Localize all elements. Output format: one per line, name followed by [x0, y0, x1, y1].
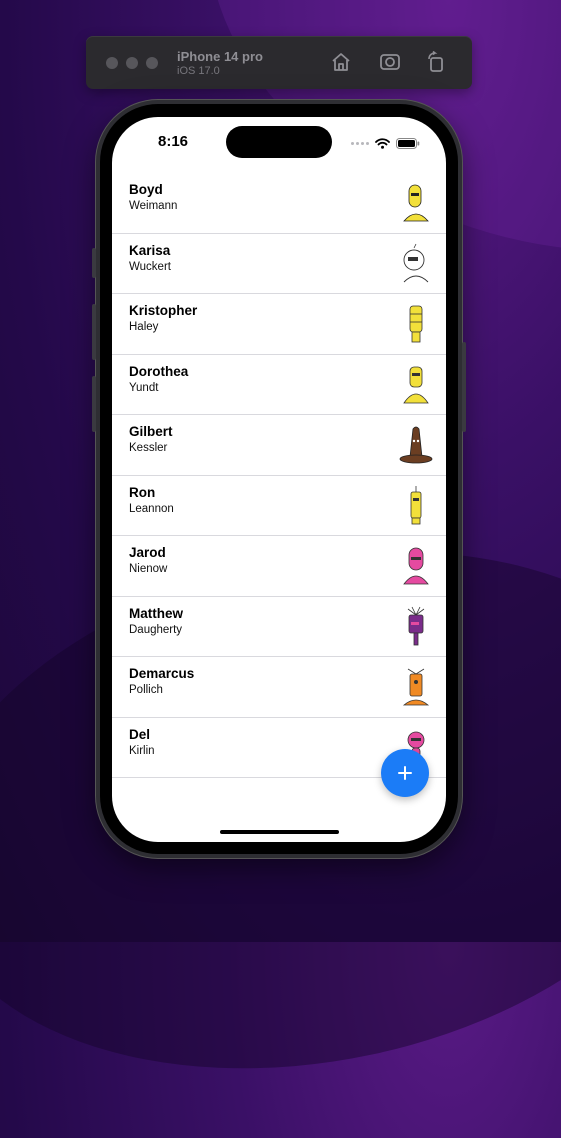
contact-last-name: Nienow — [129, 563, 168, 575]
contact-first-name: Dorothea — [129, 363, 189, 379]
robot-avatar-icon — [407, 606, 425, 645]
home-indicator[interactable] — [220, 830, 339, 834]
contact-first-name: Boyd — [129, 182, 163, 197]
contact-last-name: Kirlin — [129, 744, 155, 757]
contact-first-name: Gilbert — [129, 424, 173, 439]
status-icons — [351, 137, 420, 149]
screenshot-icon[interactable] — [378, 50, 402, 74]
status-time: 8:16 — [158, 133, 189, 150]
contact-first-name: Kristopher — [129, 303, 198, 318]
contact-last-name: Daugherty — [129, 623, 183, 636]
contact-last-name: Yundt — [129, 381, 159, 394]
robot-avatar-icon — [402, 668, 430, 706]
contact-row[interactable]: Matthew Daugherty — [112, 597, 446, 657]
contact-first-name: Demarcus — [129, 666, 195, 681]
robot-avatar-icon — [409, 305, 423, 343]
rotate-icon[interactable] — [424, 50, 448, 74]
contact-last-name: Wuckert — [129, 260, 171, 273]
phone-screen: 8:16 Boyd Weimann Karisa Wuckert Kristop… — [112, 117, 446, 842]
robot-avatar-icon — [403, 243, 429, 282]
contact-first-name: Ron — [129, 484, 156, 500]
robot-avatar-icon — [403, 547, 429, 585]
contact-first-name: Matthew — [129, 605, 183, 621]
window-minimize-button[interactable] — [126, 57, 138, 69]
volume-up-button — [92, 304, 96, 360]
contact-row[interactable]: Demarcus Pollich — [112, 657, 446, 718]
mute-switch — [92, 248, 96, 278]
home-icon[interactable] — [329, 50, 353, 74]
dynamic-island — [226, 126, 332, 158]
plus-icon — [398, 766, 412, 780]
contact-first-name: Del — [129, 726, 151, 742]
robot-avatar-icon — [403, 184, 429, 222]
window-close-button[interactable] — [106, 57, 118, 69]
wifi-icon — [375, 137, 390, 149]
contact-last-name: Leannon — [129, 502, 174, 515]
os-version: iOS 17.0 — [177, 65, 220, 77]
contact-first-name: Jarod — [129, 545, 166, 560]
contact-last-name: Pollich — [129, 684, 163, 696]
contact-row[interactable]: Ron Leannon — [112, 476, 446, 536]
contact-row[interactable]: Boyd Weimann — [112, 173, 446, 234]
contact-row[interactable]: Karisa Wuckert — [112, 234, 446, 294]
power-button — [462, 342, 466, 432]
signal-dots-icon — [351, 141, 369, 145]
contacts-list: Boyd Weimann Karisa Wuckert Kristopher H… — [112, 173, 446, 778]
robot-avatar-icon — [399, 426, 433, 464]
contact-last-name: Kessler — [129, 442, 168, 454]
contact-first-name: Karisa — [129, 242, 171, 258]
battery-icon — [396, 137, 420, 149]
device-name: iPhone 14 pro — [177, 49, 263, 64]
window-zoom-button[interactable] — [146, 57, 158, 69]
contact-row[interactable]: Kristopher Haley — [112, 294, 446, 355]
contact-row[interactable]: Dorothea Yundt — [112, 355, 446, 415]
contact-last-name: Weimann — [129, 200, 178, 212]
contact-last-name: Haley — [129, 321, 159, 333]
simulator-toolbar: iPhone 14 pro iOS 17.0 — [86, 36, 472, 89]
volume-down-button — [92, 376, 96, 432]
robot-avatar-icon — [410, 485, 422, 524]
add-contact-button[interactable] — [381, 749, 429, 797]
contact-row[interactable]: Jarod Nienow — [112, 536, 446, 597]
robot-avatar-icon — [403, 366, 429, 403]
contact-row[interactable]: Gilbert Kessler — [112, 415, 446, 476]
